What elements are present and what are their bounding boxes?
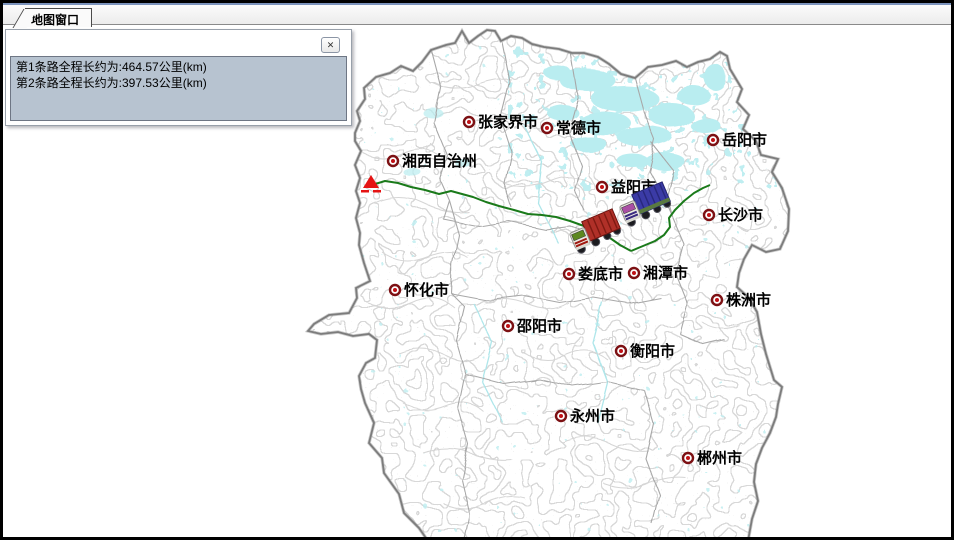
city-label-xiangxi: 湘西自治州 [402, 152, 477, 170]
city-label-changde: 常德市 [556, 119, 601, 137]
city-label-loudi: 娄底市 [578, 265, 623, 283]
route-info-box: 第1条路全程长约为:464.57公里(km) 第2条路全程长约为:397.53公… [10, 56, 347, 121]
route-2-length-text: 第2条路全程长约为:397.53公里(km) [16, 75, 341, 91]
city-label-shaoyang: 邵阳市 [516, 317, 562, 335]
city-label-chenzhou: 郴州市 [697, 449, 742, 467]
route-info-panel: ✕ 第1条路全程长约为:464.57公里(km) 第2条路全程长约为:397.5… [5, 29, 352, 126]
panel-close-button[interactable]: ✕ [321, 37, 340, 53]
city-label-xiangtan: 湘潭市 [643, 264, 688, 282]
city-label-huaihua: 怀化市 [404, 281, 449, 299]
tab-bar: 地图窗口 [3, 3, 951, 25]
city-label-zhangjiajie: 张家界市 [478, 113, 538, 131]
city-label-changsha: 长沙市 [718, 206, 763, 224]
city-label-yongzhou: 永州市 [569, 407, 615, 425]
city-label-hengyang: 衡阳市 [630, 342, 675, 360]
city-marker-xiangxi[interactable]: 湘西自治州 [388, 152, 477, 170]
map-window: 地图窗口 [0, 0, 954, 540]
tab-map-window[interactable]: 地图窗口 [25, 8, 92, 27]
city-label-yueyang: 岳阳市 [722, 131, 767, 149]
route-1-length-text: 第1条路全程长约为:464.57公里(km) [16, 59, 341, 75]
city-label-zhuzhou: 株洲市 [726, 291, 771, 309]
